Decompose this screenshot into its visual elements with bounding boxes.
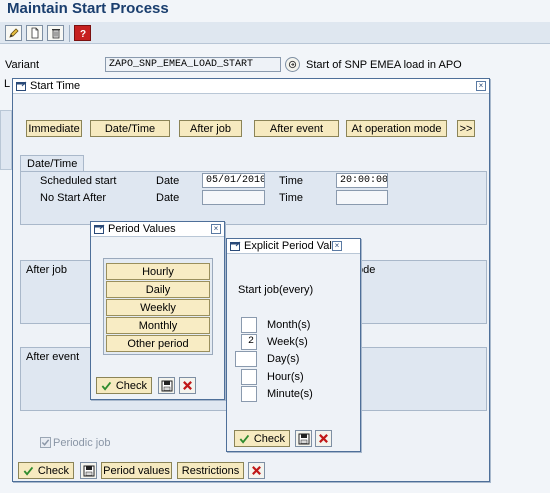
help-icon[interactable]: ?: [74, 25, 91, 41]
explicit-period-window: Explicit Period Val × Start job(every) M…: [226, 238, 361, 452]
period-values-window-header: Period Values ×: [91, 222, 224, 237]
scheduled-start-label: Scheduled start: [40, 175, 117, 187]
after-job-button[interactable]: After job: [179, 120, 242, 137]
application-toolbar: ?: [0, 22, 550, 44]
new-icon[interactable]: [26, 25, 43, 41]
scheduled-time-label: Time: [279, 175, 304, 187]
days-field[interactable]: [235, 351, 257, 367]
periodic-job-label: Periodic job: [53, 437, 111, 449]
close-icon[interactable]: ×: [211, 224, 221, 234]
variant-field[interactable]: ZAPO_SNP_EMEA_LOAD_START: [105, 57, 281, 72]
period-values-window: Period Values × Hourly Daily Weekly Mont…: [90, 221, 225, 400]
page-title: Maintain Start Process: [7, 0, 169, 17]
weeks-field[interactable]: 2: [241, 334, 257, 350]
period-options-panel: Hourly Daily Weekly Monthly Other period: [103, 258, 213, 355]
background-truncated-label: L: [4, 78, 11, 90]
window-icon: [230, 241, 241, 251]
hours-field[interactable]: [241, 369, 257, 385]
svg-text:?: ?: [79, 29, 85, 39]
other-period-button[interactable]: Other period: [106, 335, 210, 352]
window-icon: [94, 224, 105, 234]
date-time-group: Scheduled start Date 05/01/2010 Time 20:…: [20, 171, 487, 225]
start-time-check-label: Check: [37, 464, 69, 477]
immediate-button[interactable]: Immediate: [26, 120, 82, 137]
no-start-time-label: Time: [279, 192, 304, 204]
minutes-label: Minute(s): [267, 388, 313, 400]
no-start-time-field[interactable]: [336, 190, 388, 205]
start-time-window-header: Start Time ×: [13, 79, 489, 94]
hours-label: Hour(s): [267, 371, 304, 383]
no-start-date-label: Date: [156, 192, 180, 204]
restrictions-button[interactable]: Restrictions: [177, 462, 244, 479]
after-event-button[interactable]: After event: [254, 120, 339, 137]
scheduled-date-field[interactable]: 05/01/2010: [202, 173, 265, 188]
close-icon[interactable]: ×: [332, 241, 342, 251]
date-time-group-tab: Date/Time: [20, 155, 85, 171]
months-label: Month(s): [267, 319, 311, 331]
scheduled-date-label: Date: [156, 175, 180, 187]
hourly-button[interactable]: Hourly: [106, 263, 210, 280]
check-icon: [101, 381, 112, 391]
scheduled-time-field[interactable]: 20:00:00: [336, 173, 388, 188]
cancel-icon[interactable]: [179, 377, 196, 394]
toolbar-separator: [69, 25, 70, 42]
after-event-label: After event: [26, 351, 80, 363]
period-values-window-title: Period Values: [108, 223, 176, 235]
period-values-button[interactable]: Period values: [101, 462, 172, 479]
variant-label: Variant: [5, 59, 40, 71]
variant-description: Start of SNP EMEA load in APO: [306, 59, 462, 71]
explicit-period-window-title: Explicit Period Val: [244, 240, 332, 252]
weeks-label: Week(s): [267, 336, 308, 348]
months-field[interactable]: [241, 317, 257, 333]
periodic-job-checkbox[interactable]: [40, 437, 51, 448]
start-job-every-label: Start job(every): [238, 284, 314, 296]
cancel-icon[interactable]: [315, 430, 332, 447]
no-start-after-label: No Start After: [40, 192, 107, 204]
check-icon: [23, 466, 34, 476]
start-time-window-title: Start Time: [30, 80, 81, 92]
start-time-check-button[interactable]: Check: [18, 462, 74, 479]
explicit-period-window-header: Explicit Period Val ×: [227, 239, 360, 254]
weekly-button[interactable]: Weekly: [106, 299, 210, 316]
edit-icon[interactable]: [5, 25, 22, 41]
save-icon[interactable]: [158, 377, 175, 394]
after-job-label: After job: [26, 264, 67, 276]
cancel-icon[interactable]: [248, 462, 265, 479]
delete-icon[interactable]: [47, 25, 64, 41]
background-panel-edge: [0, 110, 12, 170]
check-icon: [239, 434, 250, 444]
date-time-button[interactable]: Date/Time: [90, 120, 170, 137]
monthly-button[interactable]: Monthly: [106, 317, 210, 334]
save-icon[interactable]: [295, 430, 312, 447]
period-values-check-label: Check: [115, 379, 147, 392]
explicit-period-check-label: Check: [253, 432, 285, 445]
window-icon: [16, 81, 27, 91]
more-options-button[interactable]: >>: [457, 120, 475, 137]
minutes-field[interactable]: [241, 386, 257, 402]
check-icon: [41, 439, 50, 446]
close-icon[interactable]: ×: [476, 81, 486, 91]
period-values-check-button[interactable]: Check: [96, 377, 152, 394]
choose-icon[interactable]: [285, 57, 300, 72]
at-operation-mode-button[interactable]: At operation mode: [346, 120, 447, 137]
no-start-date-field[interactable]: [202, 190, 265, 205]
save-icon[interactable]: [80, 462, 97, 479]
explicit-period-check-button[interactable]: Check: [234, 430, 290, 447]
days-label: Day(s): [267, 353, 300, 365]
daily-button[interactable]: Daily: [106, 281, 210, 298]
